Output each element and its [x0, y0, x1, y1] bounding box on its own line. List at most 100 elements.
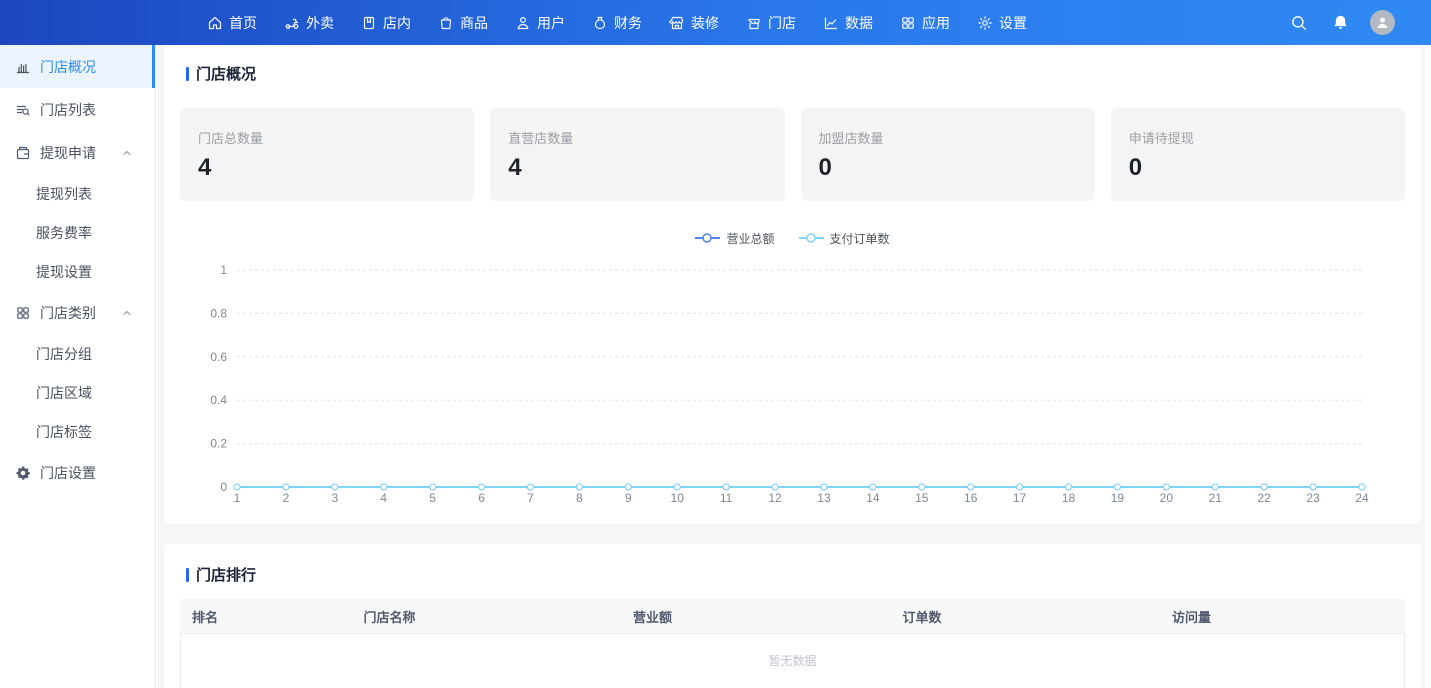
data-point [870, 484, 876, 490]
legend-item-1[interactable]: 营业总额 [695, 230, 774, 247]
x-tick-label: 18 [1062, 491, 1076, 505]
sidebar-item-4[interactable]: 门店类别 [0, 291, 155, 334]
nav-menu: 首页 外卖 店内 商品 用户 财务 装修 门店 数据 应用 设置 [207, 0, 1027, 45]
legend-item-2[interactable]: 支付订单数 [799, 230, 890, 247]
y-tick-label: 1 [220, 263, 227, 277]
chevron-up-icon[interactable] [121, 307, 133, 319]
data-point [234, 484, 240, 490]
y-tick-label: 0.8 [210, 306, 227, 320]
data-point [1261, 484, 1267, 490]
data-point [527, 484, 533, 490]
nav-item-9[interactable]: 数据 [823, 0, 873, 45]
bell-icon[interactable] [1329, 12, 1351, 34]
data-point [674, 484, 680, 490]
sidebar-subitem-4-1[interactable]: 门店分组 [0, 334, 155, 373]
x-tick-label: 1 [234, 491, 241, 505]
ranking-title: 门店排行 [196, 564, 256, 585]
nav-item-10[interactable]: 应用 [900, 0, 950, 45]
sidebar-subitem-label: 提现设置 [36, 262, 92, 282]
data-point [772, 484, 778, 490]
y-tick-label: 0 [220, 480, 227, 494]
nav-item-8[interactable]: 门店 [746, 0, 796, 45]
sidebar-subitem-4-2[interactable]: 门店区域 [0, 373, 155, 412]
data-point [625, 484, 631, 490]
store-overview-section: 门店概况 门店总数量 4直营店数量 4加盟店数量 0申请待提现 0 营业总额 支… [164, 45, 1421, 524]
nav-item-6[interactable]: 财务 [592, 0, 642, 45]
data-point [283, 484, 289, 490]
user-icon [515, 15, 531, 31]
y-tick-label: 0.2 [210, 437, 227, 451]
scrollbar[interactable] [1425, 45, 1431, 688]
x-tick-label: 13 [817, 491, 831, 505]
y-tick-label: 0.4 [210, 393, 227, 407]
overview-title: 门店概况 [196, 63, 256, 84]
takeout-icon [284, 15, 300, 31]
x-tick-label: 20 [1160, 491, 1174, 505]
stat-value: 0 [1129, 154, 1387, 182]
nav-item-11[interactable]: 设置 [977, 0, 1027, 45]
legend-marker-icon [799, 232, 824, 244]
data-point [1066, 484, 1072, 490]
ranking-title-row: 门店排行 [164, 544, 1421, 585]
sidebar-item-1[interactable]: 门店概况 [0, 45, 155, 88]
nav-right [1288, 0, 1395, 45]
empty-state: 暂无数据 [180, 633, 1405, 688]
overview-title-row: 门店概况 [164, 45, 1421, 84]
sidebar-subitem-3-3[interactable]: 提现设置 [0, 252, 155, 291]
column-header-2: 门店名称 [352, 599, 622, 633]
sidebar-subitem-label: 门店标签 [36, 422, 92, 442]
column-header-5: 访问量 [1160, 599, 1405, 633]
x-tick-label: 8 [576, 491, 583, 505]
store-icon [746, 15, 762, 31]
nav-item-5[interactable]: 用户 [515, 0, 565, 45]
decorate-icon [669, 15, 685, 31]
x-tick-label: 5 [429, 491, 436, 505]
avatar[interactable] [1370, 10, 1395, 35]
sidebar-subitem-label: 门店区域 [36, 383, 92, 403]
chevron-up-icon[interactable] [121, 147, 133, 159]
top-nav: 首页 外卖 店内 商品 用户 财务 装修 门店 数据 应用 设置 [0, 0, 1431, 45]
finance-icon [592, 15, 608, 31]
nav-item-label: 财务 [614, 13, 642, 33]
nav-item-4[interactable]: 商品 [438, 0, 488, 45]
data-point [821, 484, 827, 490]
data-icon [823, 15, 839, 31]
nav-item-1[interactable]: 首页 [207, 0, 257, 45]
nav-item-2[interactable]: 外卖 [284, 0, 334, 45]
gear-icon [15, 465, 31, 481]
sidebar-item-3[interactable]: 提现申请 [0, 131, 155, 174]
sidebar-subitem-3-2[interactable]: 服务费率 [0, 213, 155, 252]
data-point [576, 484, 582, 490]
legend-label: 支付订单数 [830, 230, 890, 247]
sidebar-subitem-3-1[interactable]: 提现列表 [0, 174, 155, 213]
sidebar-menu: 门店概况 门店列表 提现申请提现列表服务费率提现设置 门店类别门店分组门店区域门… [0, 45, 155, 494]
x-tick-label: 16 [964, 491, 978, 505]
sidebar-item-2[interactable]: 门店列表 [0, 88, 155, 131]
search-icon[interactable] [1288, 12, 1310, 34]
data-point [1114, 484, 1120, 490]
nav-item-7[interactable]: 装修 [669, 0, 719, 45]
sidebar-subitem-label: 服务费率 [36, 223, 92, 243]
data-point [381, 484, 387, 490]
title-accent-bar [186, 568, 189, 582]
data-point [723, 484, 729, 490]
x-tick-label: 12 [768, 491, 782, 505]
data-point [1212, 484, 1218, 490]
wallet-icon [15, 145, 31, 161]
nav-item-label: 首页 [229, 13, 257, 33]
title-accent-bar [186, 67, 189, 81]
nav-item-3[interactable]: 店内 [361, 0, 411, 45]
sidebar-subitem-4-3[interactable]: 门店标签 [0, 412, 155, 451]
data-point [430, 484, 436, 490]
stat-card-1: 门店总数量 4 [180, 108, 474, 201]
nav-item-label: 商品 [460, 13, 488, 33]
table-header-row: 排名门店名称营业额订单数访问量 [180, 599, 1405, 633]
x-tick-label: 14 [866, 491, 880, 505]
sidebar-item-5[interactable]: 门店设置 [0, 451, 155, 494]
x-tick-label: 7 [527, 491, 534, 505]
x-tick-label: 11 [720, 491, 733, 505]
sidebar-item-label: 门店列表 [40, 100, 96, 120]
column-header-4: 订单数 [891, 599, 1161, 633]
stat-cards: 门店总数量 4直营店数量 4加盟店数量 0申请待提现 0 [180, 108, 1405, 201]
home-icon [207, 15, 223, 31]
